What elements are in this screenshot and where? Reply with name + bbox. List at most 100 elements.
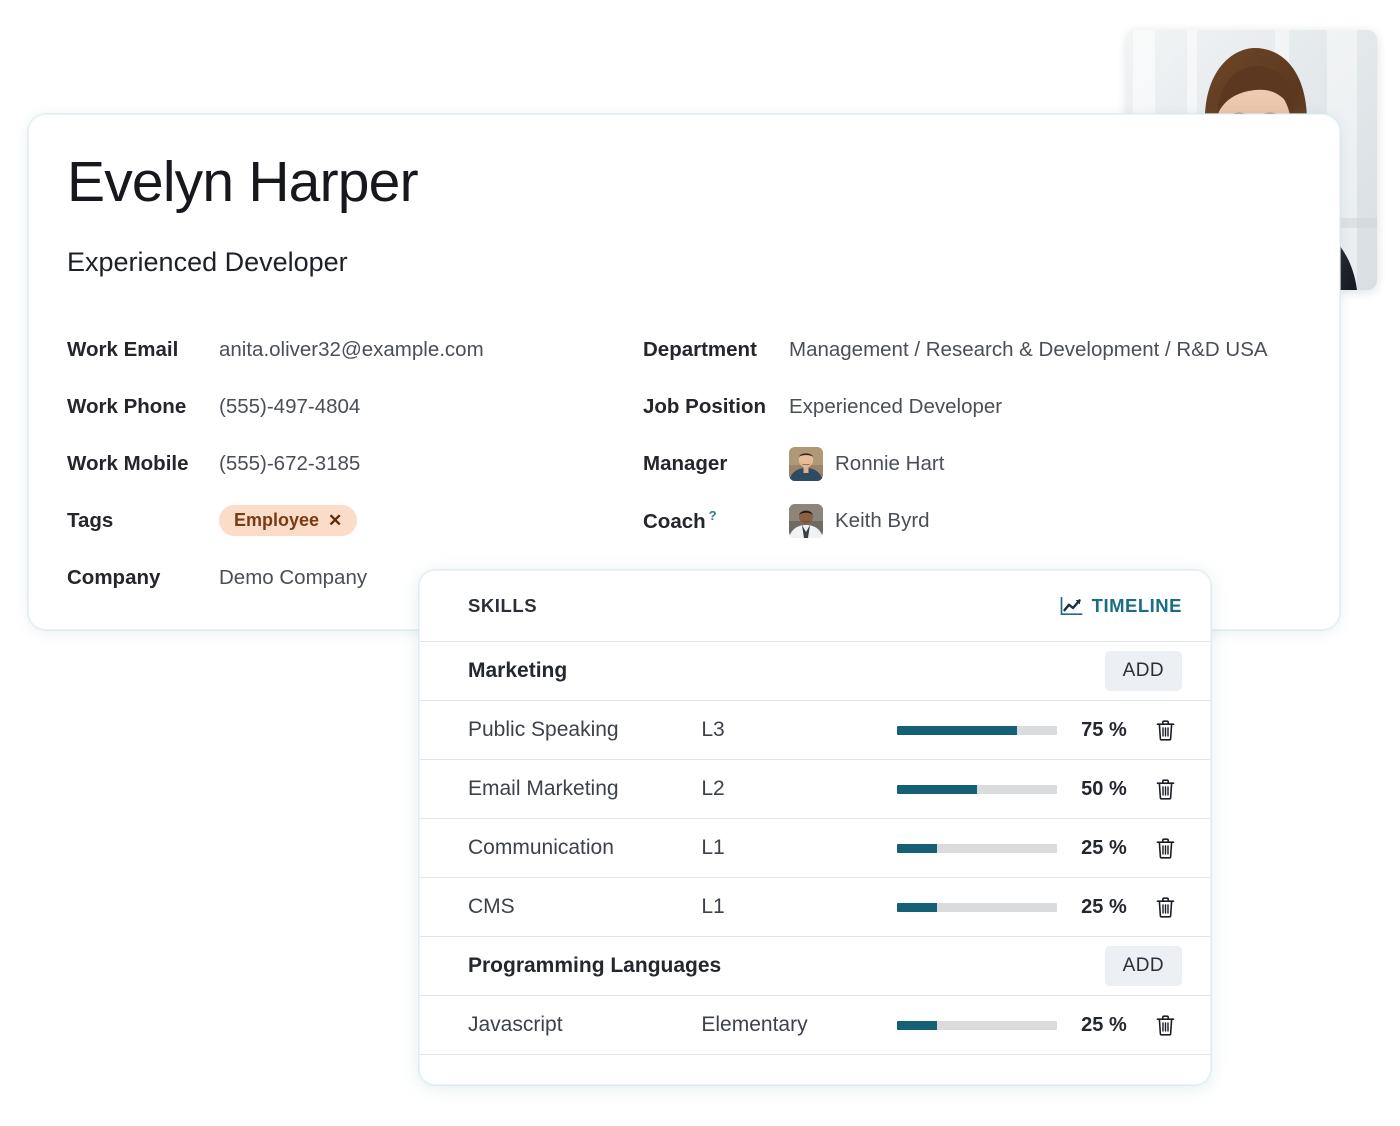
skill-progress-fill (897, 784, 978, 794)
delete-skill-button[interactable] (1148, 896, 1182, 918)
field-label: Work Mobile (67, 451, 189, 475)
skill-progress[interactable] (897, 725, 1063, 735)
table-row: Public Speaking L3 75 % (420, 701, 1210, 760)
skill-progress-fill (897, 843, 938, 853)
skills-title: SKILLS (468, 595, 538, 616)
field-work-mobile: Work Mobile (555)-672-3185 (67, 435, 587, 492)
add-skill-button[interactable]: ADD (1104, 946, 1182, 986)
page-title: Evelyn Harper (67, 150, 419, 214)
page-root: Evelyn Harper Experienced Developer Work… (0, 0, 1400, 1126)
skill-progress-fill (897, 725, 1018, 735)
skill-level: L1 (701, 836, 725, 859)
skill-percent: 50 % (1081, 777, 1127, 800)
field-manager: Manager Ronnie Hart (643, 435, 1333, 492)
field-value-work-email[interactable]: anita.oliver32@example.com (219, 338, 484, 362)
skill-percent: 75 % (1081, 718, 1127, 741)
skill-progress[interactable] (897, 784, 1063, 794)
field-label: Tags (67, 508, 114, 532)
skill-level: L3 (701, 718, 725, 741)
skill-progress[interactable] (897, 902, 1063, 912)
field-label: Work Email (67, 337, 179, 361)
manager-name: Ronnie Hart (835, 451, 945, 475)
timeline-label: TIMELINE (1091, 595, 1182, 616)
field-value-manager[interactable]: Ronnie Hart (789, 446, 945, 481)
skill-group-name: Programming Languages (468, 954, 722, 977)
trash-icon (1156, 778, 1175, 800)
field-label: Department (643, 337, 757, 361)
avatar-manager (789, 446, 823, 481)
delete-skill-button[interactable] (1148, 778, 1182, 800)
field-label: Job Position (643, 394, 766, 418)
employee-fields-left: Work Email anita.oliver32@example.com Wo… (67, 321, 587, 606)
skill-name: Public Speaking (468, 718, 619, 741)
skill-progress-track (897, 902, 1058, 912)
coach-name: Keith Byrd (835, 508, 930, 532)
table-row: Communication L1 25 % (420, 819, 1210, 878)
trash-icon (1156, 1014, 1175, 1036)
field-value-coach[interactable]: Keith Byrd (789, 503, 930, 538)
employee-fields-right: Department Management / Research & Devel… (643, 321, 1333, 549)
field-job-position: Job Position Experienced Developer (643, 378, 1333, 435)
delete-skill-button[interactable] (1148, 719, 1182, 741)
skill-level: L1 (701, 895, 725, 918)
field-label-text: Coach (643, 509, 706, 533)
skill-level: L2 (701, 777, 725, 800)
skill-percent: 25 % (1081, 836, 1127, 859)
skill-name: Email Marketing (468, 777, 619, 800)
skill-level: Elementary (701, 1013, 808, 1036)
field-coach: Coach? Keith Byrd (643, 492, 1333, 549)
tag-remove-icon[interactable]: ✕ (328, 512, 342, 529)
tag-chip-employee[interactable]: Employee ✕ (219, 505, 358, 536)
table-row: CMS L1 25 % (420, 878, 1210, 937)
skills-card: SKILLS TIMELINE Marketing ADD Public Spe… (419, 570, 1211, 1085)
skill-group-header: Programming Languages ADD (420, 937, 1210, 996)
skill-percent: 25 % (1081, 895, 1127, 918)
trash-icon (1156, 719, 1175, 741)
timeline-button[interactable]: TIMELINE (1060, 595, 1182, 617)
trash-icon (1156, 896, 1175, 918)
field-value-company[interactable]: Demo Company (219, 566, 367, 590)
table-row: Email Marketing L2 50 % (420, 760, 1210, 819)
skill-percent: 25 % (1081, 1013, 1127, 1036)
avatar-coach (789, 503, 823, 538)
employee-profile-card: Evelyn Harper Experienced Developer Work… (28, 114, 1340, 630)
skill-progress[interactable] (897, 843, 1063, 853)
skill-progress-track (897, 725, 1058, 735)
help-icon[interactable]: ? (709, 508, 717, 523)
table-row: Javascript Elementary 25 % (420, 996, 1210, 1055)
field-work-email: Work Email anita.oliver32@example.com (67, 321, 587, 378)
field-value-department[interactable]: Management / Research & Development / R&… (789, 338, 1268, 362)
delete-skill-button[interactable] (1148, 837, 1182, 859)
skill-progress-track (897, 843, 1058, 853)
skill-group-header: Marketing ADD (420, 642, 1210, 701)
skill-name: Javascript (468, 1013, 563, 1036)
field-value-tags: Employee ✕ (219, 505, 358, 536)
skill-progress-fill (897, 902, 938, 912)
field-value-job-position[interactable]: Experienced Developer (789, 395, 1002, 419)
employee-job-title: Experienced Developer (67, 247, 348, 277)
skill-name: Communication (468, 836, 614, 859)
avatar-manager-image (789, 446, 823, 481)
line-chart-icon (1060, 596, 1083, 616)
avatar-coach-image (789, 503, 823, 538)
field-label: Manager (643, 451, 728, 475)
skill-progress[interactable] (897, 1020, 1063, 1030)
field-value-work-phone[interactable]: (555)-497-4804 (219, 395, 360, 419)
field-label: Coach? (643, 508, 789, 534)
skills-card-header: SKILLS TIMELINE (420, 571, 1210, 642)
field-label: Company (67, 565, 161, 589)
skill-group-name: Marketing (468, 659, 568, 682)
tag-chip-label: Employee (234, 510, 320, 530)
field-department: Department Management / Research & Devel… (643, 321, 1333, 378)
field-work-phone: Work Phone (555)-497-4804 (67, 378, 587, 435)
skill-name: CMS (468, 895, 515, 918)
skill-progress-track (897, 1020, 1058, 1030)
field-value-work-mobile[interactable]: (555)-672-3185 (219, 452, 360, 476)
add-skill-button[interactable]: ADD (1104, 651, 1182, 691)
field-tags: Tags Employee ✕ (67, 492, 587, 549)
field-label: Work Phone (67, 394, 187, 418)
trash-icon (1156, 837, 1175, 859)
delete-skill-button[interactable] (1148, 1014, 1182, 1036)
skill-progress-track (897, 784, 1058, 794)
skill-progress-fill (897, 1020, 938, 1030)
